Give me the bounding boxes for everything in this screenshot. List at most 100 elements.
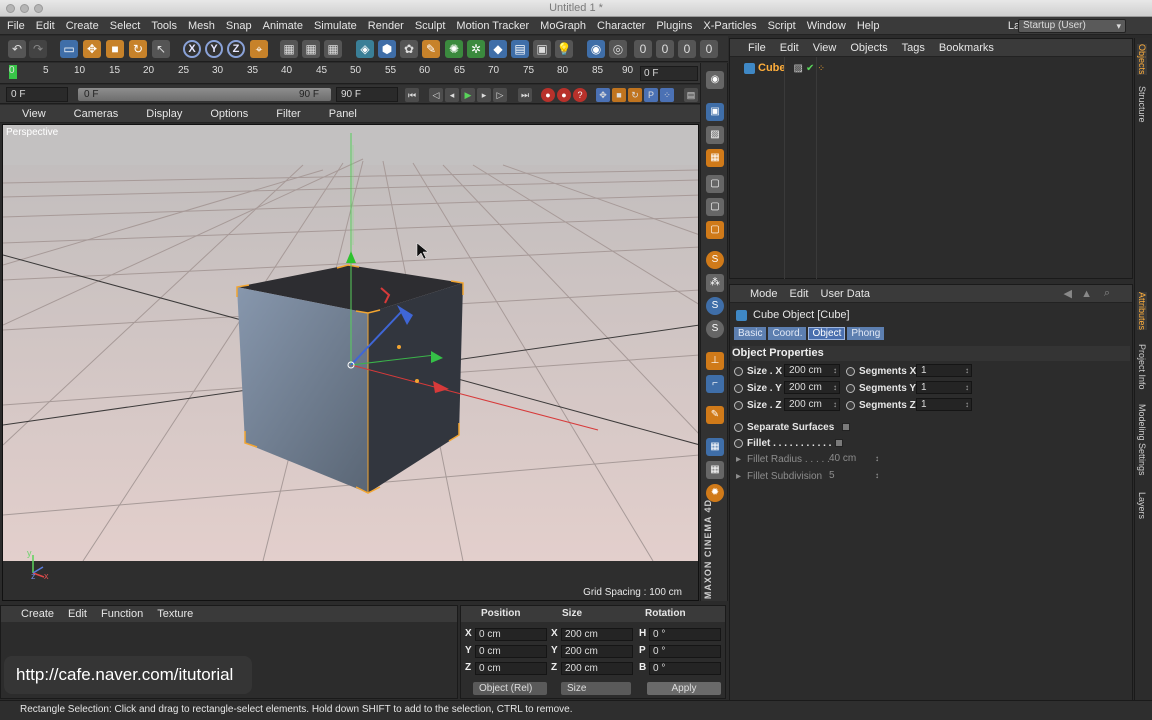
menu-motion-tracker[interactable]: Motion Tracker xyxy=(452,17,536,35)
menu-mesh[interactable]: Mesh xyxy=(184,17,222,35)
undo-icon[interactable]: ↶ xyxy=(8,40,26,58)
scale-key-icon[interactable]: ■ xyxy=(612,88,626,102)
menu-create[interactable]: Create xyxy=(62,17,106,35)
timeline-ruler[interactable]: 0 5 10 15 20 25 30 35 40 45 50 55 60 65 … xyxy=(0,63,700,84)
size-y-field[interactable]: 200 cm xyxy=(784,381,840,394)
attr-menu-edit[interactable]: Edit xyxy=(790,285,809,303)
size-x-field[interactable]: 200 cm xyxy=(784,364,840,377)
segments-z-field[interactable]: 1 xyxy=(916,398,972,411)
position-key-icon[interactable]: ✥ xyxy=(596,88,610,102)
live-select-icon[interactable]: ↖ xyxy=(152,40,170,58)
size-z-field[interactable]: 200 cm xyxy=(784,398,840,411)
snap-s-icon[interactable]: S xyxy=(706,251,724,269)
tab-basic[interactable]: Basic xyxy=(734,327,767,340)
rotation-b-field[interactable]: 0 ° xyxy=(649,662,721,675)
render-picture-viewer-icon[interactable]: ▦ xyxy=(302,40,320,58)
zoom-window-icon[interactable] xyxy=(34,4,43,13)
objmgr-menu-bookmarks[interactable]: Bookmarks xyxy=(939,39,1002,57)
separate-surfaces-checkbox[interactable] xyxy=(842,423,851,431)
position-x-field[interactable]: 0 cm xyxy=(475,628,547,641)
deformer-icon[interactable]: ✎ xyxy=(422,40,440,58)
menu-script[interactable]: Script xyxy=(764,17,803,35)
animate-toggle-icon[interactable] xyxy=(734,422,743,432)
menu-edit[interactable]: Edit xyxy=(32,17,62,35)
viewport-menu-cameras[interactable]: Cameras xyxy=(60,105,133,123)
objmgr-menu-tags[interactable]: Tags xyxy=(902,39,933,57)
side-tab-attributes[interactable]: Attributes xyxy=(1137,292,1147,331)
snap-s2-icon[interactable]: S xyxy=(706,297,724,315)
attr-search-icon[interactable]: ⌕ xyxy=(1104,287,1110,300)
menu-x-particles[interactable]: X-Particles xyxy=(699,17,763,35)
tweak-mode-icon[interactable]: ⌐ xyxy=(706,375,724,393)
y-axis-lock-icon[interactable]: Y xyxy=(205,40,223,58)
menu-window[interactable]: Window xyxy=(803,17,853,35)
edges-mode-icon[interactable]: ▢ xyxy=(706,198,724,216)
fillet-subdivision-field[interactable]: 5 xyxy=(824,469,882,482)
play-icon[interactable]: ▶ xyxy=(461,88,475,102)
end-frame-field[interactable]: 90 F xyxy=(336,87,398,102)
minimize-window-icon[interactable] xyxy=(20,4,29,13)
tab-coord[interactable]: Coord. xyxy=(768,327,807,340)
soft-selection-icon[interactable]: ✎ xyxy=(706,406,724,424)
objmgr-menu-view[interactable]: View xyxy=(813,39,845,57)
menu-plugins[interactable]: Plugins xyxy=(652,17,699,35)
position-y-field[interactable]: 0 cm xyxy=(475,645,547,658)
menu-snap[interactable]: Snap xyxy=(222,17,259,35)
next-key-icon[interactable]: ▷ xyxy=(493,88,507,102)
spline-icon[interactable]: ⬢ xyxy=(378,40,396,58)
menu-help[interactable]: Help xyxy=(853,17,887,35)
tab-object[interactable]: Object xyxy=(808,327,846,340)
size-z-coord-field[interactable]: 200 cm xyxy=(561,662,633,675)
visibility-check-icon[interactable]: ✔ xyxy=(806,63,814,74)
animate-toggle-icon[interactable] xyxy=(734,438,743,448)
menu-tools[interactable]: Tools xyxy=(147,17,184,35)
x-particles-total-icon[interactable]: 0 xyxy=(700,40,718,58)
rotation-p-field[interactable]: 0 ° xyxy=(649,645,721,658)
matmgr-menu-create[interactable]: Create xyxy=(21,608,54,620)
autokey-icon[interactable]: ● xyxy=(557,88,571,102)
light-icon[interactable]: 💡 xyxy=(555,40,573,58)
attr-up-icon[interactable]: ▲ xyxy=(1081,288,1092,300)
layout-select[interactable]: Startup (User) xyxy=(1018,19,1126,33)
perspective-viewport[interactable]: Perspective y x z Grid Spacing : 100 cm xyxy=(2,124,699,601)
preview-range-slider[interactable]: 0 F 90 F xyxy=(78,88,331,101)
attr-back-icon[interactable]: ◀ xyxy=(1064,287,1072,300)
animate-toggle-icon[interactable] xyxy=(734,366,743,376)
x-particles-frame-icon[interactable]: 0 xyxy=(656,40,674,58)
objmgr-menu-edit[interactable]: Edit xyxy=(780,39,807,57)
next-frame-icon[interactable]: ▸ xyxy=(477,88,491,102)
grid-toggle-icon[interactable]: ▦ xyxy=(706,438,724,456)
rotate-icon[interactable]: ↻ xyxy=(129,40,147,58)
rotation-h-field[interactable]: 0 ° xyxy=(649,628,721,641)
tab-phong[interactable]: Phong xyxy=(847,327,885,340)
viewport-menu-view[interactable]: View xyxy=(8,105,60,123)
segments-y-field[interactable]: 1 xyxy=(916,381,972,394)
menu-mograph[interactable]: MoGraph xyxy=(536,17,593,35)
current-frame-field[interactable]: 0 F xyxy=(640,66,698,81)
go-to-end-icon[interactable]: ⏭ xyxy=(518,88,532,102)
x-axis-lock-icon[interactable]: X xyxy=(183,40,201,58)
side-tab-layers[interactable]: Layers xyxy=(1137,492,1147,519)
keyframe-selection-icon[interactable]: ? xyxy=(573,88,587,102)
record-active-icon[interactable]: ● xyxy=(541,88,555,102)
objmgr-menu-file[interactable]: File xyxy=(748,39,774,57)
matmgr-menu-function[interactable]: Function xyxy=(101,608,143,620)
rotation-key-icon[interactable]: ↻ xyxy=(628,88,642,102)
go-to-start-icon[interactable]: ⏮ xyxy=(405,88,419,102)
animate-toggle-icon[interactable] xyxy=(846,366,855,376)
attr-menu-mode[interactable]: Mode xyxy=(750,285,778,303)
x-particles-emitter-icon[interactable]: ◉ xyxy=(587,40,605,58)
lock-workplane-icon[interactable]: ▦ xyxy=(706,461,724,479)
floor-icon[interactable]: ▤ xyxy=(511,40,529,58)
side-tab-project-info[interactable]: Project Info xyxy=(1137,344,1147,390)
viewport-menu-display[interactable]: Display xyxy=(132,105,196,123)
redo-icon[interactable]: ↷ xyxy=(29,40,47,58)
fillet-radius-field[interactable]: 40 cm xyxy=(824,452,882,465)
camera-icon[interactable]: ▣ xyxy=(533,40,551,58)
move-icon[interactable]: ✥ xyxy=(83,40,101,58)
array-icon[interactable]: ✺ xyxy=(445,40,463,58)
size-y-coord-field[interactable]: 200 cm xyxy=(561,645,633,658)
snap-s3-icon[interactable]: S xyxy=(706,320,724,338)
z-axis-lock-icon[interactable]: Z xyxy=(227,40,245,58)
matmgr-menu-texture[interactable]: Texture xyxy=(157,608,193,620)
